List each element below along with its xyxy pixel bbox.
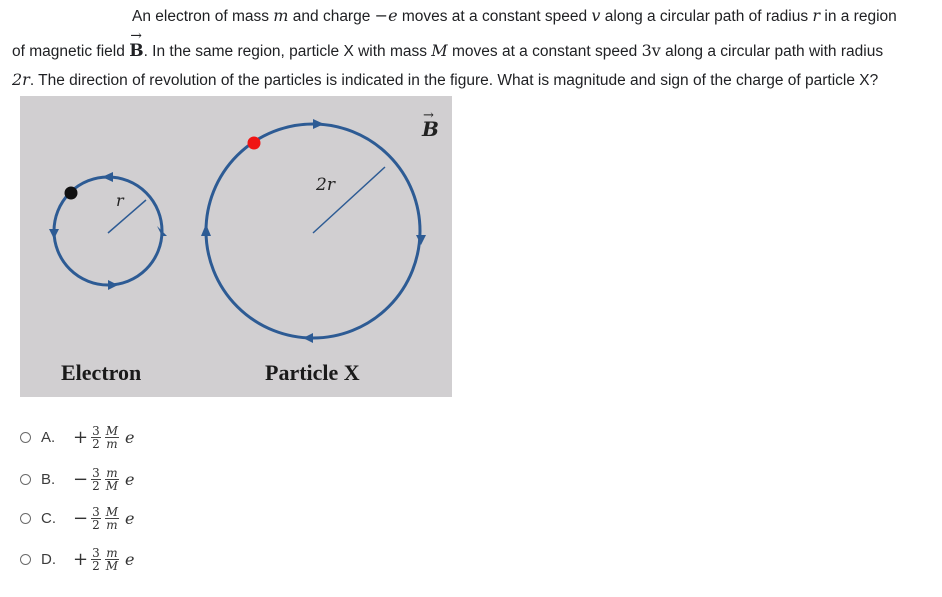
field-label: B bbox=[421, 117, 439, 141]
electron-radius-line bbox=[107, 199, 147, 234]
particle-x-dot bbox=[247, 136, 261, 150]
denominator: 2 bbox=[92, 478, 100, 493]
fraction-coefficient: 32 bbox=[91, 425, 101, 450]
math-r: r bbox=[812, 6, 821, 25]
question-text: moves at a constant speed bbox=[397, 8, 592, 25]
particle-x-direction-arrow-bottom bbox=[303, 333, 313, 343]
numerator: M bbox=[104, 423, 120, 438]
denominator: m bbox=[106, 517, 118, 532]
numerator: 3 bbox=[91, 545, 101, 560]
particle-x-path bbox=[204, 122, 422, 340]
option-sign: − bbox=[73, 468, 89, 490]
numerator: 3 bbox=[91, 423, 101, 438]
fraction-mass-ratio: Mm bbox=[104, 423, 120, 451]
math-M: M bbox=[431, 41, 448, 60]
option-c[interactable]: C. − 32 Mm e bbox=[20, 503, 135, 533]
figure-svg: r 2r → B Electron Particle X bbox=[49, 108, 439, 385]
question-text: . The direction of revolution of the par… bbox=[29, 72, 879, 89]
option-sign: − bbox=[73, 507, 89, 529]
magnetic-field-figure: r 2r → B Electron Particle X bbox=[20, 96, 452, 397]
question-text: along a circular path of radius bbox=[600, 8, 813, 25]
option-b[interactable]: B. − 32 mM e bbox=[20, 464, 135, 494]
question-line-1: An electron of mass m and charge −e move… bbox=[132, 6, 897, 27]
electron-direction-arrow-bottom bbox=[108, 280, 118, 290]
radio-button[interactable] bbox=[20, 553, 31, 565]
question-text: . In the same region, particle X with ma… bbox=[143, 43, 432, 60]
electron-direction-arrow-top bbox=[102, 172, 113, 182]
charge-symbol: e bbox=[125, 549, 135, 569]
numerator: 3 bbox=[91, 465, 101, 480]
option-letter: A. bbox=[41, 428, 56, 446]
numerator: m bbox=[105, 465, 119, 480]
radio-button[interactable] bbox=[20, 512, 31, 524]
particle-x-label: Particle X bbox=[265, 360, 360, 385]
option-sign: + bbox=[73, 426, 89, 448]
question-text: An electron of mass bbox=[132, 8, 274, 25]
question-text: moves at a constant speed bbox=[447, 43, 642, 60]
denominator: M bbox=[105, 558, 119, 573]
charge-symbol: e bbox=[125, 427, 135, 447]
option-a[interactable]: A. + 32 Mm e bbox=[20, 422, 135, 452]
numerator: m bbox=[105, 545, 119, 560]
option-letter: C. bbox=[41, 509, 56, 527]
fraction-coefficient: 32 bbox=[91, 547, 101, 572]
denominator: 2 bbox=[92, 436, 100, 451]
particle-x-direction-arrow-top bbox=[313, 119, 324, 129]
question-text: and charge bbox=[288, 8, 375, 25]
question-line-2: of magnetic field → B. In the same region… bbox=[12, 28, 884, 62]
charge-symbol: e bbox=[125, 508, 135, 528]
radio-button[interactable] bbox=[20, 431, 31, 443]
denominator: 2 bbox=[92, 558, 100, 573]
math-3v: 3v bbox=[641, 41, 661, 60]
fraction-coefficient: 32 bbox=[91, 506, 101, 531]
option-d[interactable]: D. + 32 mM e bbox=[20, 544, 135, 574]
electron-direction-arrow-left bbox=[49, 229, 59, 239]
particle-x-direction-arrow-right bbox=[416, 235, 426, 245]
math-vector-B: → B bbox=[129, 28, 143, 61]
fraction-mass-ratio: mM bbox=[105, 467, 119, 492]
electron-dot bbox=[64, 186, 78, 200]
radio-button[interactable] bbox=[20, 473, 31, 485]
math-neg-e: −e bbox=[374, 6, 398, 25]
electron-radius-label: r bbox=[116, 191, 125, 210]
question-text: of magnetic field bbox=[12, 43, 130, 60]
numerator: 3 bbox=[91, 504, 101, 519]
denominator: 2 bbox=[92, 517, 100, 532]
fraction-mass-ratio: mM bbox=[105, 547, 119, 572]
denominator: M bbox=[105, 478, 119, 493]
option-letter: D. bbox=[41, 550, 56, 568]
question-text: in a region bbox=[820, 8, 897, 25]
fraction-mass-ratio: Mm bbox=[104, 504, 120, 532]
vector-arrow-icon: → bbox=[130, 28, 142, 44]
particle-x-radius-label: 2r bbox=[315, 175, 336, 195]
fraction-coefficient: 32 bbox=[91, 467, 101, 492]
question-text: along a circular path with radius bbox=[660, 43, 884, 60]
electron-label: Electron bbox=[61, 360, 141, 385]
math-m: m bbox=[273, 6, 289, 25]
math-2r: 2r bbox=[12, 70, 30, 89]
question-line-3: 2r. The direction of revolution of the p… bbox=[12, 70, 878, 91]
denominator: m bbox=[106, 436, 118, 451]
option-sign: + bbox=[73, 548, 89, 570]
charge-symbol: e bbox=[125, 469, 135, 489]
particle-x-direction-arrow-left bbox=[201, 224, 211, 236]
numerator: M bbox=[104, 504, 120, 519]
option-letter: B. bbox=[41, 470, 56, 488]
